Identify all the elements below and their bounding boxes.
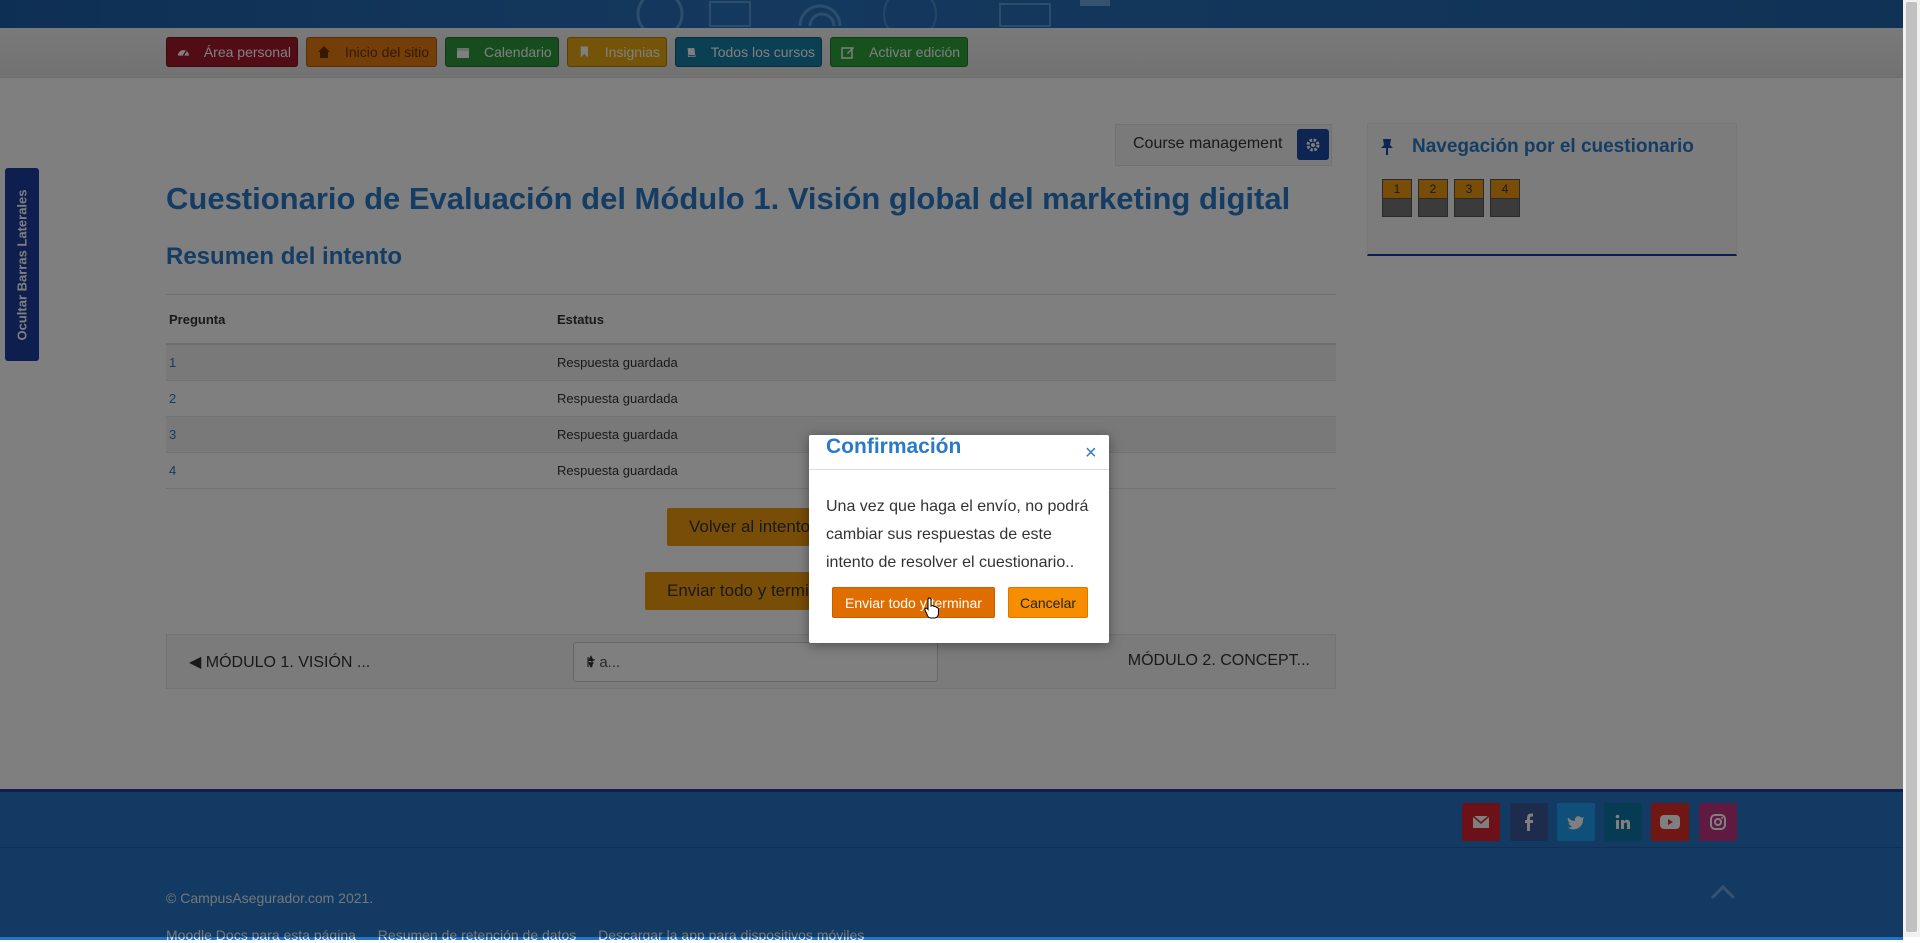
scrollbar-thumb[interactable]: [1906, 2, 1917, 932]
close-icon[interactable]: ×: [1085, 443, 1097, 463]
dialog-message: Una vez que haga el envío, no podrá camb…: [826, 498, 1089, 571]
confirm-submit-button[interactable]: Enviar todo y terminar: [832, 587, 995, 618]
hand-cursor-icon: [924, 597, 939, 619]
confirmation-dialog: Confirmación × Una vez que haga el envío…: [809, 435, 1109, 643]
dialog-header: Confirmación ×: [809, 435, 1109, 470]
page-scrollbar[interactable]: [1903, 0, 1920, 937]
dialog-title: Confirmación: [826, 435, 962, 458]
cancel-button[interactable]: Cancelar: [1008, 587, 1088, 618]
